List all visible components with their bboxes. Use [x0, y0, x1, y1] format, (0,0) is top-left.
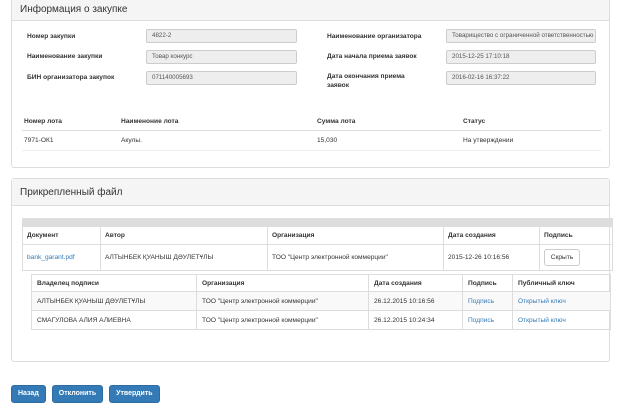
procurement-info-panel: Информация о закупке Номер закупки 4822-… — [11, 0, 610, 168]
table-row: СМАГУЛОВА АЛИЯ АЛИЕВНА ТОО "Центр электр… — [31, 310, 611, 330]
signatures-section: Владелец подписи Организация Дата создан… — [31, 274, 611, 330]
file-author: АЛТЫНБЕК ҚУАНЫШ ДӘУЛЕТҰЛЫ — [100, 244, 268, 271]
sig-owner: АЛТЫНБЕК ҚУАНЫШ ДӘУЛЕТҰЛЫ — [31, 291, 197, 311]
back-button[interactable]: Назад — [11, 385, 46, 403]
sig-header-signature: Подпись — [462, 274, 513, 292]
start-date-field[interactable]: 2015-12-25 17:10:18 — [446, 50, 596, 64]
sig-header-public-key: Публичный ключ — [512, 274, 611, 292]
signature-link[interactable]: Подпись — [468, 298, 494, 305]
sig-organization: ТОО "Центр электронной коммерции" — [196, 291, 369, 311]
lots-header-name: Наименоние лота — [119, 114, 315, 131]
files-header-organization: Организация — [267, 226, 444, 245]
table-row: 7971-ОК1 Акулы. 15,030 На утверждении — [22, 130, 601, 151]
reject-button[interactable]: Отклонить — [51, 385, 104, 403]
procurement-number-label: Номер закупки — [27, 33, 76, 40]
approve-button[interactable]: Утвердить — [109, 385, 160, 403]
sig-header-date: Дата создания — [368, 274, 463, 292]
document-link[interactable]: bank_garant.pdf — [27, 254, 75, 261]
sig-organization: ТОО "Центр электронной коммерции" — [196, 310, 369, 330]
organizer-bin-label: БИН организатора закупок — [27, 74, 115, 81]
organizer-bin-field[interactable]: 071140005693 — [146, 71, 297, 85]
action-buttons: Назад Отклонить Утвердить — [11, 385, 160, 403]
attached-file-panel: Прикрепленный файл Документ Автор Органи… — [11, 178, 613, 362]
organizer-name-field[interactable]: Товарищество с ограниченной ответственно… — [446, 29, 596, 43]
files-header-date: Дата создания — [443, 226, 540, 245]
lots-header-row: Номер лота Наименоние лота Сумма лота Ст… — [22, 114, 601, 131]
lot-name: Акулы. — [119, 130, 315, 151]
files-header-row: Документ Автор Организация Дата создания… — [22, 226, 613, 245]
lots-header-sum: Сумма лота — [315, 114, 461, 131]
table-row: АЛТЫНБЕК ҚУАНЫШ ДӘУЛЕТҰЛЫ ТОО "Центр эле… — [31, 291, 611, 311]
signatures-table: Владелец подписи Организация Дата создан… — [31, 274, 611, 330]
files-table: Документ Автор Организация Дата создания… — [22, 226, 613, 271]
start-date-label: Дата начала приема заявок — [327, 53, 417, 60]
sig-date: 26.12.2015 10:16:56 — [368, 291, 463, 311]
sig-owner: СМАГУЛОВА АЛИЯ АЛИЕВНА — [31, 310, 197, 330]
lots-table: Номер лота Наименоние лота Сумма лота Ст… — [22, 114, 601, 151]
lot-number: 7971-ОК1 — [22, 130, 119, 151]
procurement-name-label: Наименование закупки — [27, 53, 103, 60]
files-header-signature: Подпись — [539, 226, 613, 245]
files-header-document: Документ — [22, 226, 101, 245]
lot-sum: 15,030 — [315, 130, 461, 151]
lots-header-status: Статус — [461, 114, 601, 131]
sig-date: 26.12.2015 10:24:34 — [368, 310, 463, 330]
procurement-name-field[interactable]: Товар конкурс — [146, 50, 297, 64]
file-date: 2015-12-26 10:16:56 — [443, 244, 540, 271]
end-date-label: Дата окончания приема заявок — [327, 73, 405, 89]
attached-file-title: Прикрепленный файл — [12, 179, 609, 206]
sig-header-organization: Организация — [196, 274, 369, 292]
signatures-header-row: Владелец подписи Организация Дата создан… — [31, 274, 611, 292]
table-row: bank_garant.pdf АЛТЫНБЕК ҚУАНЫШ ДӘУЛЕТҰЛ… — [22, 244, 613, 271]
lots-header-number: Номер лота — [22, 114, 119, 131]
public-key-link[interactable]: Открытый ключ — [518, 298, 566, 305]
lot-status: На утверждении — [461, 130, 601, 151]
table-toolbar-bar — [22, 218, 613, 226]
sig-header-owner: Владелец подписи — [31, 274, 197, 292]
end-date-field[interactable]: 2016-02-16 16:37:22 — [446, 71, 596, 85]
file-organization: ТОО "Центр электронной коммерции" — [267, 244, 444, 271]
procurement-number-field[interactable]: 4822-2 — [146, 29, 297, 43]
signature-link[interactable]: Подпись — [468, 317, 494, 324]
organizer-name-label: Наименование организатора — [327, 33, 422, 40]
hide-button[interactable]: Скрыть — [544, 249, 580, 266]
public-key-link[interactable]: Открытый ключ — [518, 317, 566, 324]
files-header-author: Автор — [100, 226, 268, 245]
procurement-info-title: Информация о закупке — [12, 0, 609, 21]
